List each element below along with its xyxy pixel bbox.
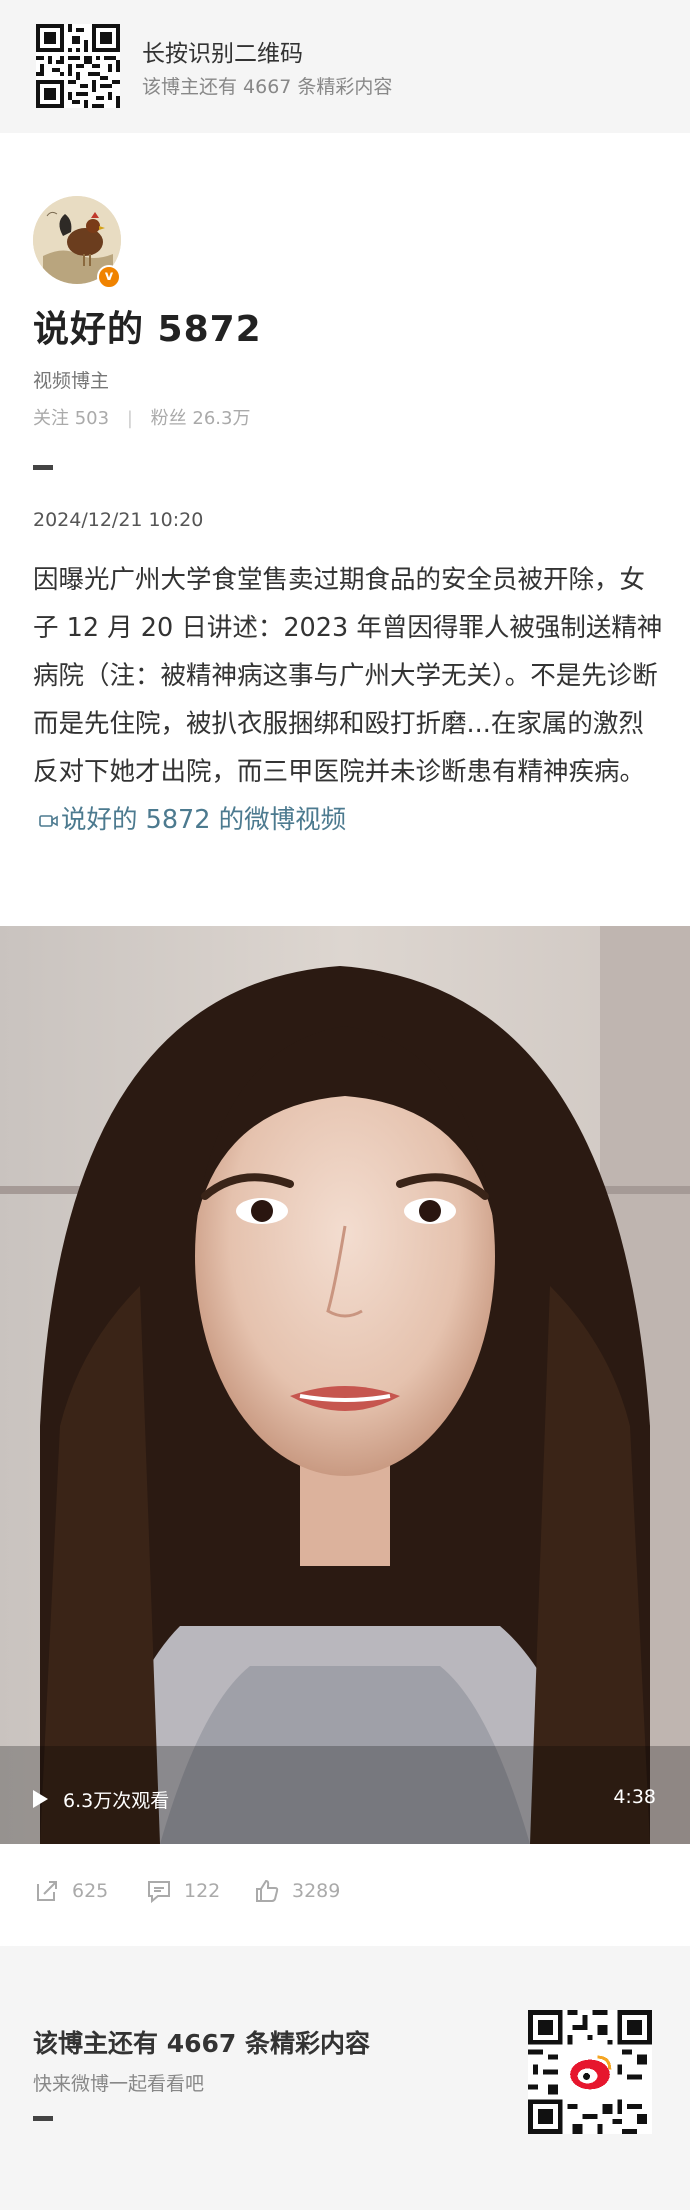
divider-mark-bottom bbox=[33, 2116, 53, 2121]
verified-badge-icon: v bbox=[97, 265, 121, 289]
bottom-card-title: 该博主还有 4667 条精彩内容 bbox=[33, 2029, 370, 2058]
user-stats: 关注 503 | 粉丝 26.3万 bbox=[33, 404, 250, 430]
play-icon[interactable] bbox=[33, 1790, 48, 1808]
banner-subtitle: 该博主还有 4667 条精彩内容 bbox=[142, 76, 393, 98]
qr-code-large[interactable] bbox=[528, 2010, 652, 2134]
repost-button[interactable]: 625 bbox=[34, 1876, 108, 1906]
thumbs-up-icon bbox=[256, 1879, 279, 1902]
user-role: 视频博主 bbox=[33, 370, 110, 392]
post-text: 因曝光广州大学食堂售卖过期食品的安全员被开除，女子 12 月 20 日讲述：20… bbox=[33, 556, 665, 844]
post-timestamp: 2024/12/21 10:20 bbox=[33, 509, 204, 531]
video-camera-icon bbox=[39, 815, 58, 827]
followers-count: 26.3万 bbox=[192, 408, 251, 429]
comment-button[interactable]: 122 bbox=[146, 1876, 220, 1906]
repost-count: 625 bbox=[72, 1880, 109, 1902]
following-count: 503 bbox=[74, 408, 110, 429]
action-bar: 625 122 3289 bbox=[0, 1870, 690, 1914]
banner-title: 长按识别二维码 bbox=[142, 41, 303, 67]
comment-icon bbox=[148, 1881, 170, 1904]
divider-mark bbox=[33, 465, 53, 470]
followers-label: 粉丝 bbox=[150, 408, 187, 429]
repost-icon bbox=[37, 1881, 57, 1901]
following-label: 关注 bbox=[33, 408, 69, 429]
comment-count: 122 bbox=[184, 1880, 221, 1902]
view-count: 6.3万次观看 bbox=[63, 1790, 170, 1812]
video-link[interactable]: 说好的 5872 的微博视频 bbox=[33, 805, 346, 835]
stats-divider: | bbox=[126, 408, 133, 429]
video-player[interactable] bbox=[0, 926, 690, 1844]
like-button[interactable]: 3289 bbox=[254, 1876, 340, 1906]
username[interactable]: 说好的 5872 bbox=[33, 300, 262, 352]
bottom-card-subtitle: 快来微博一起看看吧 bbox=[33, 2073, 205, 2095]
post-body: 因曝光广州大学食堂售卖过期食品的安全员被开除，女子 12 月 20 日讲述：20… bbox=[33, 565, 663, 787]
video-link-label: 说好的 5872 的微博视频 bbox=[61, 805, 347, 835]
like-count: 3289 bbox=[292, 1880, 341, 1902]
qr-code-small[interactable] bbox=[36, 24, 120, 108]
video-duration: 4:38 bbox=[613, 1786, 656, 1808]
